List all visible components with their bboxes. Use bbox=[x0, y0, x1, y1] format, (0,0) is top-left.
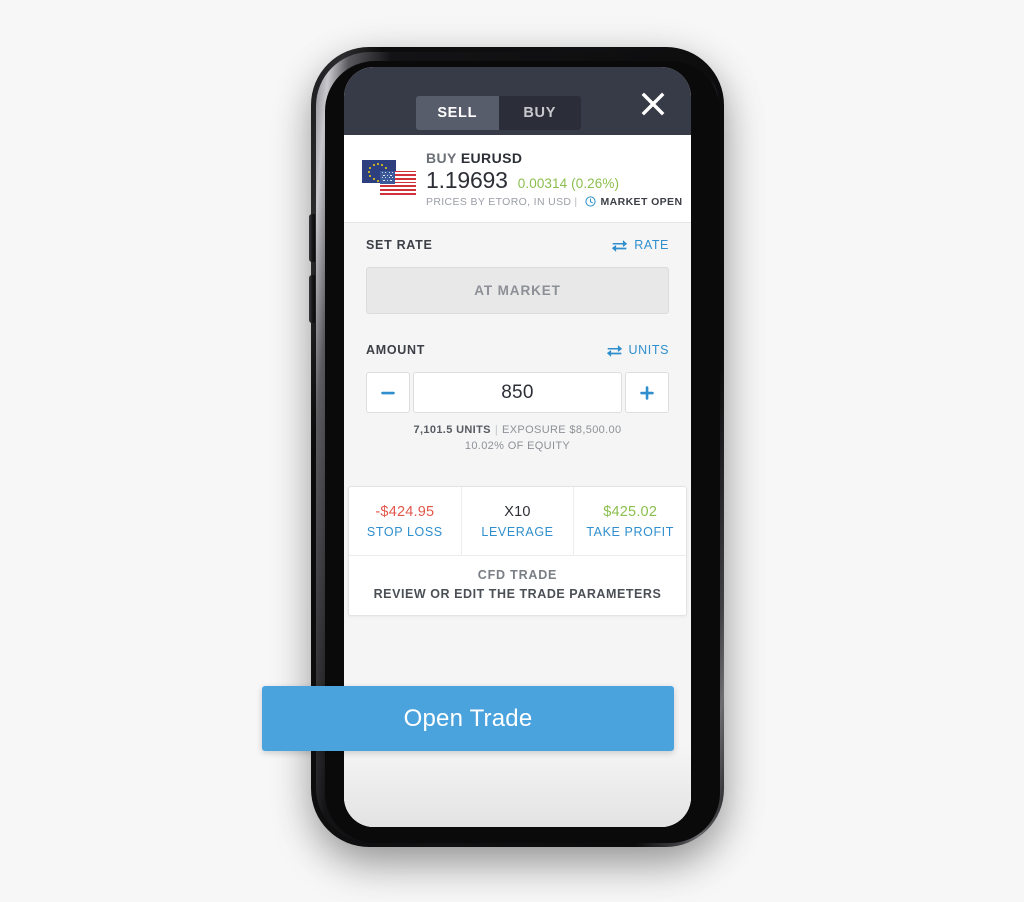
market-status-label: MARKET OPEN bbox=[600, 195, 683, 208]
switch-to-rate-button[interactable]: RATE bbox=[611, 238, 669, 252]
amount-summary-line-1: 7,101.5 UNITS | EXPOSURE $8,500.00 bbox=[366, 422, 669, 438]
amount-decrement-button[interactable] bbox=[366, 372, 410, 413]
take-profit-cell[interactable]: $425.02 TAKE PROFIT bbox=[573, 487, 686, 555]
minus-icon bbox=[381, 391, 395, 394]
summary-separator: | bbox=[494, 424, 499, 436]
switch-to-units-button[interactable]: UNITS bbox=[606, 343, 670, 357]
units-value: 7,101.5 UNITS bbox=[413, 424, 491, 436]
stop-loss-label: STOP LOSS bbox=[366, 524, 443, 539]
leverage-value: X10 bbox=[504, 503, 531, 520]
amount-value: 850 bbox=[501, 381, 534, 403]
meta-separator: | bbox=[574, 195, 578, 208]
equity-value: 10.02% OF EQUITY bbox=[464, 440, 571, 452]
price-value: 1.19693 bbox=[426, 166, 508, 193]
app-header: SELL BUY bbox=[344, 67, 691, 135]
price-change-value: 0.00314 bbox=[517, 175, 568, 191]
close-icon bbox=[641, 92, 665, 116]
amount-increment-button[interactable] bbox=[625, 372, 669, 413]
trade-direction-toggle[interactable]: SELL BUY bbox=[416, 96, 581, 130]
us-flag-icon bbox=[380, 170, 416, 195]
body-bottom-fade bbox=[344, 747, 691, 827]
instrument-symbol: EURUSD bbox=[460, 149, 523, 166]
instrument-title: BUY EURUSD bbox=[426, 150, 682, 166]
instrument-direction: BUY bbox=[426, 149, 457, 166]
volume-up-button[interactable] bbox=[309, 214, 315, 262]
leverage-cell[interactable]: X10 LEVERAGE bbox=[460, 487, 574, 555]
prices-by-label: PRICES BY ETORO, IN USD bbox=[426, 195, 572, 208]
exposure-value: EXPOSURE $8,500.00 bbox=[502, 424, 622, 436]
price-change: 0.00314 (0.26%) bbox=[518, 176, 619, 191]
instrument-text-block: BUY EURUSD 1.19693 0.00314 (0.26%) PRICE… bbox=[420, 150, 682, 208]
open-trade-button[interactable]: Open Trade bbox=[262, 686, 674, 751]
volume-down-button[interactable] bbox=[309, 275, 315, 323]
swap-arrows-icon bbox=[606, 344, 623, 357]
plus-icon bbox=[640, 385, 654, 400]
cfd-trade-card[interactable]: -$424.95 STOP LOSS X10 LEVERAGE $425.02 … bbox=[348, 486, 687, 616]
price-change-percent: (0.26%) bbox=[571, 175, 620, 191]
amount-input[interactable]: 850 bbox=[413, 372, 622, 413]
set-rate-section: SET RATE RATE AT MARKET bbox=[344, 223, 691, 314]
cfd-subtitle: REVIEW OR EDIT THE TRADE PARAMETERS bbox=[373, 587, 662, 601]
rate-value-field[interactable]: AT MARKET bbox=[366, 267, 669, 314]
swap-arrows-icon bbox=[611, 239, 628, 252]
amount-stepper: 850 bbox=[366, 372, 669, 413]
switch-to-units-label: UNITS bbox=[628, 343, 669, 357]
clock-icon bbox=[585, 196, 597, 207]
price-row: 1.19693 0.00314 (0.26%) bbox=[426, 167, 682, 194]
take-profit-label: TAKE PROFIT bbox=[586, 524, 674, 539]
amount-label: AMOUNT bbox=[366, 343, 426, 357]
tab-sell[interactable]: SELL bbox=[416, 96, 499, 130]
set-rate-label: SET RATE bbox=[366, 238, 433, 252]
amount-header: AMOUNT UNITS bbox=[366, 328, 669, 372]
set-rate-header: SET RATE RATE bbox=[366, 223, 669, 267]
switch-to-rate-label: RATE bbox=[634, 238, 669, 252]
cfd-parameters-row: -$424.95 STOP LOSS X10 LEVERAGE $425.02 … bbox=[349, 487, 686, 555]
close-button[interactable] bbox=[637, 88, 669, 120]
instrument-meta-row: PRICES BY ETORO, IN USD | MARKET OPEN bbox=[426, 196, 682, 208]
instrument-summary[interactable]: BUY EURUSD 1.19693 0.00314 (0.26%) PRICE… bbox=[344, 135, 691, 223]
amount-summary: 7,101.5 UNITS | EXPOSURE $8,500.00 10.02% … bbox=[366, 413, 669, 454]
take-profit-value: $425.02 bbox=[603, 503, 658, 520]
stop-loss-value: -$424.95 bbox=[375, 503, 435, 520]
cfd-title: CFD TRADE bbox=[477, 568, 558, 582]
tab-buy[interactable]: BUY bbox=[498, 96, 581, 130]
cfd-review-footer[interactable]: CFD TRADE REVIEW OR EDIT THE TRADE PARAM… bbox=[349, 555, 686, 615]
eurusd-flag-pair-icon bbox=[362, 158, 416, 200]
stop-loss-cell[interactable]: -$424.95 STOP LOSS bbox=[349, 487, 461, 555]
amount-section: AMOUNT UNITS 850 7,101.5 UNITS | EXPOSUR… bbox=[344, 314, 691, 454]
leverage-label: LEVERAGE bbox=[481, 524, 554, 539]
